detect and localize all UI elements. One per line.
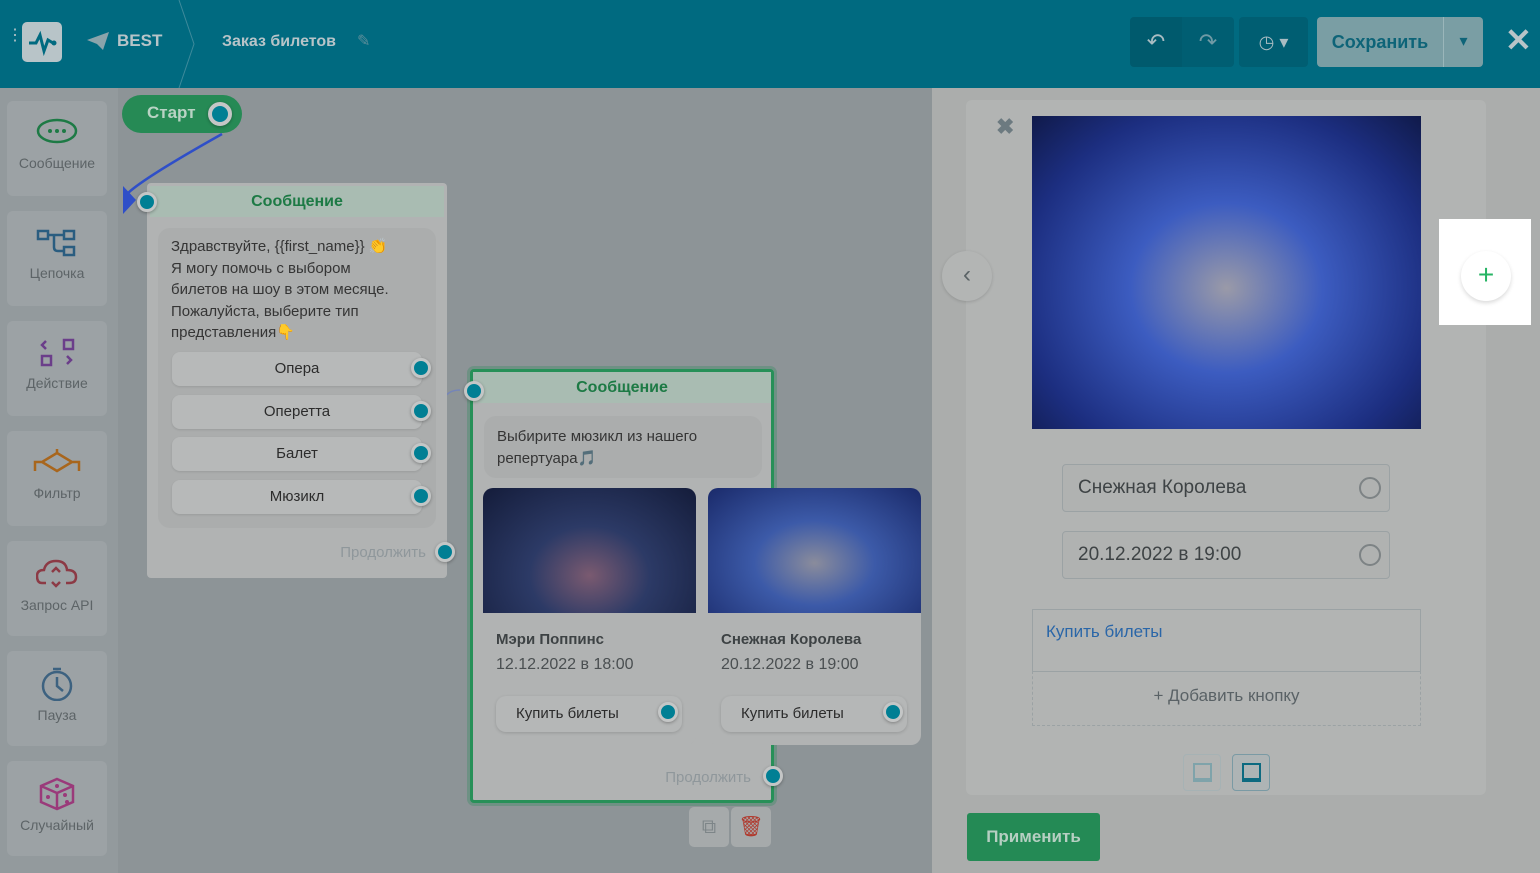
option-port[interactable] bbox=[411, 401, 431, 421]
emoji-icon[interactable] bbox=[1359, 477, 1381, 499]
message-text-line: репертуара🎵 bbox=[497, 449, 597, 467]
emoji-icon[interactable] bbox=[1359, 544, 1381, 566]
prev-card-button[interactable]: ‹ bbox=[942, 251, 992, 301]
option-label: Оперетта bbox=[263, 403, 331, 420]
continue-port[interactable] bbox=[435, 542, 455, 562]
continue-label: Продолжить bbox=[665, 769, 751, 786]
message-text-line: Пожалуйста, выберите тип bbox=[171, 302, 359, 320]
message-text-line: Выбирите мюзикл из нашего bbox=[497, 428, 698, 445]
button-label: Купить билеты bbox=[1046, 622, 1163, 641]
card-date: 20.12.2022 в 19:00 bbox=[721, 656, 859, 673]
input-port[interactable] bbox=[137, 192, 157, 212]
option-button[interactable]: Опера bbox=[172, 352, 431, 386]
input-value: Снежная Королева bbox=[1078, 477, 1247, 498]
button-port[interactable] bbox=[658, 702, 678, 722]
undo-button[interactable]: ↶ bbox=[1130, 17, 1182, 67]
input-port[interactable] bbox=[464, 381, 484, 401]
message-text-line: представления👇 bbox=[171, 324, 295, 341]
start-node[interactable]: Старт bbox=[122, 95, 242, 133]
card-title-input[interactable]: Снежная Королева bbox=[1062, 464, 1390, 512]
button-label: Купить билеты bbox=[741, 705, 844, 722]
option-label: Опера bbox=[274, 360, 320, 377]
button-label: Купить билеты bbox=[516, 705, 619, 722]
node-title: Сообщение bbox=[150, 186, 444, 217]
option-button[interactable]: Балет bbox=[172, 437, 431, 471]
node-title: Сообщение bbox=[473, 372, 771, 403]
delete-button[interactable]: 🗑 bbox=[731, 807, 771, 847]
continue-label: Продолжить bbox=[340, 544, 426, 561]
card-title: Мэри Поппинс bbox=[496, 631, 605, 648]
input-value: 20.12.2022 в 19:00 bbox=[1078, 544, 1242, 565]
option-label: Балет bbox=[276, 445, 318, 462]
card-image bbox=[708, 488, 921, 613]
button-port[interactable] bbox=[883, 702, 903, 722]
redo-button[interactable]: ↷ bbox=[1182, 17, 1234, 67]
message-text-line: Я могу помочь с выбором bbox=[171, 259, 351, 277]
start-output-port[interactable] bbox=[208, 102, 232, 126]
message-node[interactable]: Сообщение Здравствуйте, {{first_name}} 👏… bbox=[137, 183, 455, 578]
option-port[interactable] bbox=[411, 486, 431, 506]
buy-tickets-button[interactable]: Купить билеты bbox=[721, 696, 907, 732]
message-text-line: Здравствуйте, {{first_name}} 👏 bbox=[171, 238, 388, 255]
redo-icon: ↷ bbox=[1198, 29, 1218, 54]
card-image-preview[interactable] bbox=[1032, 116, 1421, 429]
trash-icon: 🗑 bbox=[738, 816, 764, 838]
duplicate-button[interactable]: ⧉ bbox=[689, 807, 729, 847]
option-button[interactable]: Мюзикл bbox=[172, 480, 431, 514]
card-date: 12.12.2022 в 18:00 bbox=[496, 656, 634, 673]
plus-icon: + bbox=[1477, 259, 1495, 290]
layout-icon bbox=[1241, 763, 1261, 782]
message-text-line: билетов на шоу в этом месяце. bbox=[171, 281, 389, 298]
chevron-left-icon: ‹ bbox=[963, 261, 971, 288]
card-title: Снежная Королева bbox=[721, 631, 862, 648]
option-label: Мюзикл bbox=[269, 488, 325, 505]
gallery-card[interactable]: Мэри Поппинс 12.12.2022 в 18:00 Купить б… bbox=[483, 488, 696, 745]
card-button-item[interactable]: Купить билеты bbox=[1032, 609, 1421, 672]
history-button[interactable]: ◷ ▾ bbox=[1239, 17, 1308, 67]
layout-icon bbox=[1192, 763, 1212, 782]
continue-port[interactable] bbox=[763, 766, 783, 786]
add-button[interactable]: + Добавить кнопку bbox=[1032, 671, 1421, 726]
layout-option-1[interactable] bbox=[1183, 754, 1221, 791]
history-icon: ◷ ▾ bbox=[1258, 31, 1289, 52]
add-button-label: + Добавить кнопку bbox=[1153, 686, 1300, 705]
apply-button[interactable]: Применить bbox=[967, 813, 1100, 861]
gallery-card[interactable]: Снежная Королева 20.12.2022 в 19:00 Купи… bbox=[708, 488, 921, 745]
close-icon[interactable]: ✕ bbox=[1505, 24, 1532, 56]
save-button-group: Сохранить ▾ bbox=[1317, 17, 1483, 67]
layout-option-2-selected[interactable] bbox=[1232, 754, 1270, 791]
save-options-dropdown[interactable]: ▾ bbox=[1443, 17, 1483, 67]
message-bubble: Выбирите мюзикл из нашего репертуара🎵 bbox=[484, 416, 762, 478]
add-card-button[interactable]: + bbox=[1461, 251, 1511, 301]
copy-icon: ⧉ bbox=[701, 816, 717, 838]
undo-icon: ↶ bbox=[1146, 29, 1166, 54]
remove-card-icon[interactable]: ✖ bbox=[996, 114, 1014, 140]
save-button[interactable]: Сохранить bbox=[1317, 17, 1443, 67]
option-port[interactable] bbox=[411, 358, 431, 378]
card-image bbox=[483, 488, 696, 613]
start-label: Старт bbox=[147, 103, 196, 122]
card-subtitle-input[interactable]: 20.12.2022 в 19:00 bbox=[1062, 531, 1390, 579]
option-port[interactable] bbox=[411, 443, 431, 463]
buy-tickets-button[interactable]: Купить билеты bbox=[496, 696, 682, 732]
option-button[interactable]: Оперетта bbox=[172, 395, 431, 429]
